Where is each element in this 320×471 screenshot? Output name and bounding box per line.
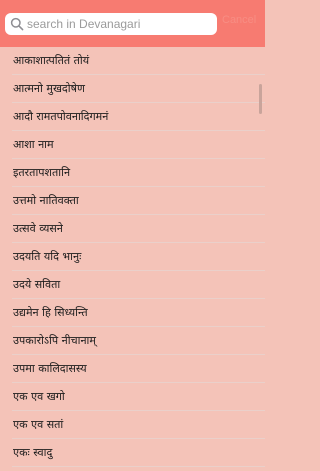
- list-item-label: आशा नाम: [13, 138, 54, 151]
- list-item-label: उपमा कालिदासस्य: [13, 362, 87, 375]
- list-item[interactable]: आदौ रामतपोवनादिगमनं: [0, 103, 265, 131]
- cancel-button[interactable]: Cancel: [222, 14, 256, 26]
- list-item-label: आदौ रामतपोवनादिगमनं: [13, 110, 109, 123]
- search-header: Cancel: [0, 0, 265, 47]
- list-item[interactable]: उद्यमेन हि सिध्यन्ति: [0, 299, 265, 327]
- list-item-label: एक एव सतां: [13, 418, 64, 431]
- list-item[interactable]: इतरतापशतानि: [0, 159, 265, 187]
- list-item[interactable]: आत्मनो मुखदोषेण: [0, 75, 265, 103]
- list-item-label: आकाशात्पतितं तोयं: [13, 54, 90, 67]
- list-item-label: उदये सविता: [13, 278, 61, 291]
- list-item-label: एक एव खगो: [13, 390, 65, 403]
- list-item-label: एकः स्वादु: [13, 446, 53, 459]
- list-item[interactable]: उदयति यदि भानुः: [0, 243, 265, 271]
- scrollbar-thumb[interactable]: [259, 84, 262, 114]
- list-item[interactable]: एक एव खगो: [0, 383, 265, 411]
- list-item-label: इतरतापशतानि: [13, 166, 71, 179]
- list-item[interactable]: एक एव सतां: [0, 411, 265, 439]
- search-bar[interactable]: [5, 13, 217, 35]
- list-item[interactable]: उदये सविता: [0, 271, 265, 299]
- list-item[interactable]: आशा नाम: [0, 131, 265, 159]
- list-item[interactable]: उपमा कालिदासस्य: [0, 355, 265, 383]
- list-item-label: उत्सवे व्यसने: [13, 222, 63, 235]
- list-item[interactable]: आकाशात्पतितं तोयं: [0, 47, 265, 75]
- search-icon: [10, 17, 24, 31]
- list-item-label: उद्यमेन हि सिध्यन्ति: [13, 306, 88, 319]
- list-item[interactable]: उपकारोऽपि नीचानाम्: [0, 327, 265, 355]
- list-item-label: उदयति यदि भानुः: [13, 250, 82, 263]
- verse-list: आकाशात्पतितं तोयं आत्मनो मुखदोषेण आदौ रा…: [0, 47, 265, 467]
- list-item-label: आत्मनो मुखदोषेण: [13, 82, 85, 95]
- search-input[interactable]: [27, 13, 213, 35]
- list-item[interactable]: उत्सवे व्यसने: [0, 215, 265, 243]
- list-item-label: उत्तमो नातिवक्ता: [13, 194, 79, 207]
- list-item-label: उपकारोऽपि नीचानाम्: [13, 334, 96, 347]
- list-item[interactable]: एकः स्वादु: [0, 439, 265, 467]
- list-item[interactable]: उत्तमो नातिवक्ता: [0, 187, 265, 215]
